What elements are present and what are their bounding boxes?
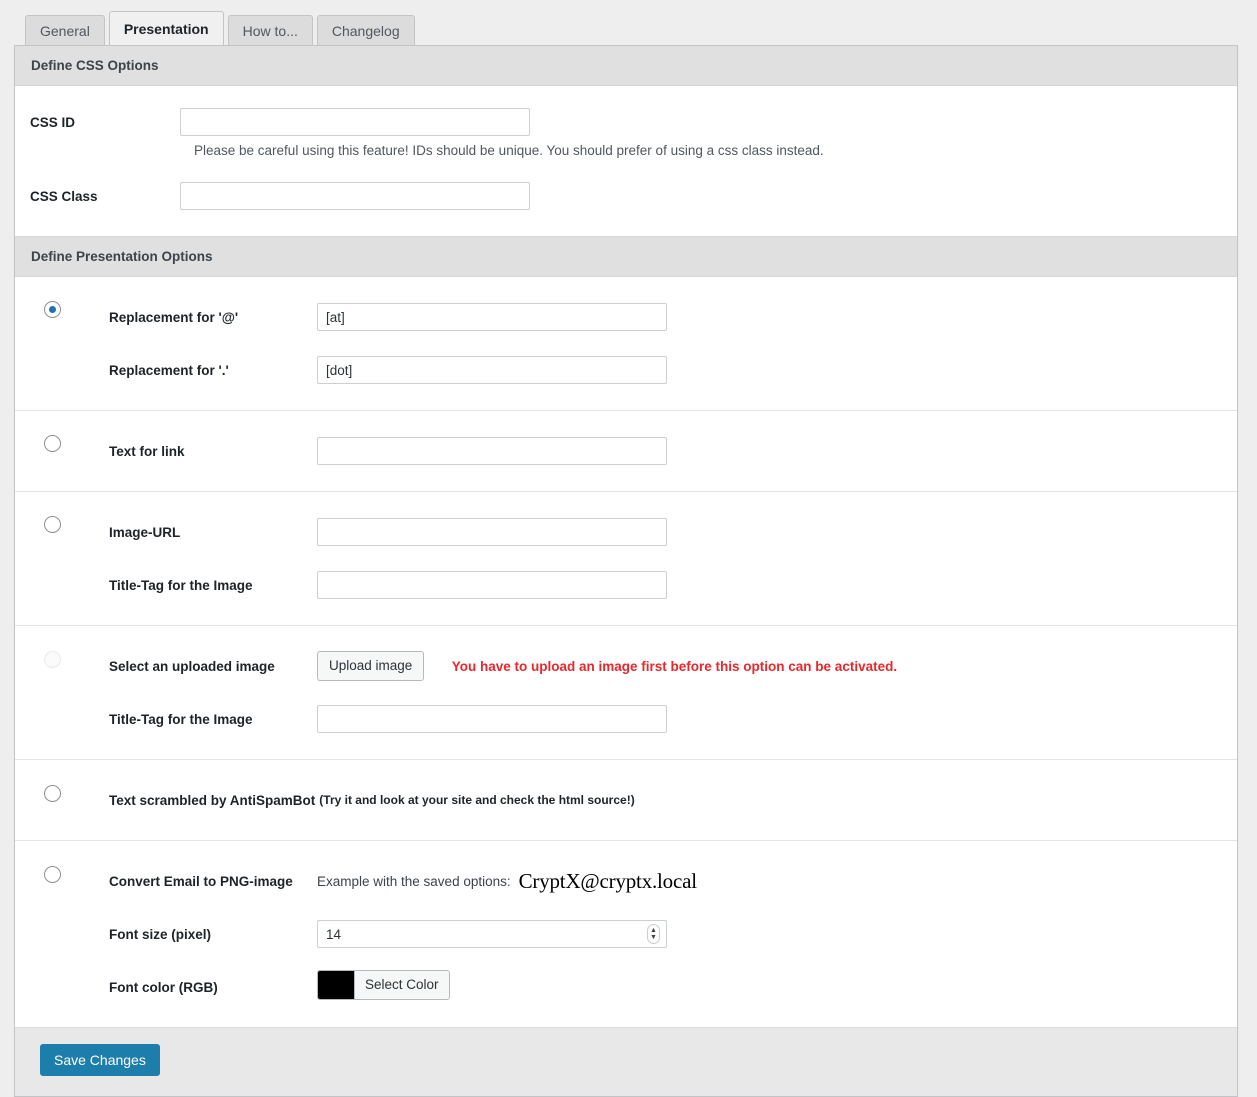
font-size-label: Font size (pixel) [109,926,212,942]
uploaded-title-tag-row: Title-Tag for the Image [15,701,1237,737]
text-link-row: Text for link [15,433,1237,469]
color-swatch [318,971,354,999]
text-link-field [317,437,1237,465]
radio-antispambot[interactable] [44,785,61,803]
chevron-up-icon: ▲ [650,927,657,934]
uploaded-image-row: Select an uploaded image Upload image Yo… [15,648,1237,684]
replacement-dot-field [317,356,1237,384]
select-color-button[interactable]: Select Color [354,971,449,999]
radio-replacement[interactable] [44,301,61,319]
radio-col-replacement [44,301,64,319]
css-id-row: CSS ID [15,108,1237,136]
png-example-wrap: Example with the saved options: CryptX@c… [317,868,1237,893]
radio-col-antispambot [44,785,64,803]
image-url-row: Image-URL [15,514,1237,550]
option-row-antispambot: Text scrambled by AntiSpamBot (Try it an… [15,760,1237,841]
option-row-png-image: Convert Email to PNG-image Example with … [15,841,1237,1027]
uploaded-title-tag-input[interactable] [317,705,667,733]
image-title-tag-row: Title-Tag for the Image [15,567,1237,603]
css-options-heading: Define CSS Options [15,46,1237,86]
antispambot-note: (Try it and look at your site and check … [319,793,635,807]
replacement-dot-row: Replacement for '.' [15,352,1237,388]
radio-col-text-link [44,435,64,453]
radio-uploaded-image[interactable] [44,651,61,669]
upload-warning-text: You have to upload an image first before… [451,658,898,674]
replacement-row-spacer [15,335,1237,352]
font-size-row: Font size (pixel) ▲ ▼ [15,916,1237,952]
radio-png-image[interactable] [44,866,61,884]
settings-panel: Define CSS Options CSS ID Please be care… [14,45,1238,1097]
css-row-spacer [15,158,1237,182]
uploaded-image-field: Upload image You have to upload an image… [317,651,1237,681]
option-row-uploaded-image: Select an uploaded image Upload image Yo… [15,626,1237,760]
image-url-field [317,518,1237,546]
option-row-text-link: Text for link [15,411,1237,492]
css-class-row: CSS Class [15,182,1237,210]
settings-footer: Save Changes [15,1027,1237,1096]
replacement-at-input[interactable] [317,303,667,331]
image-title-tag-field [317,571,1237,599]
radio-col-image-url [44,516,64,534]
radio-image-url[interactable] [44,516,61,534]
tab-presentation[interactable]: Presentation [108,11,224,46]
css-id-input[interactable] [180,108,530,136]
upload-image-button[interactable]: Upload image [317,651,425,681]
option-row-image-url: Image-URL Title-Tag for the Image [15,492,1237,626]
font-size-field: ▲ ▼ [317,920,1237,948]
presentation-options-heading: Define Presentation Options [15,236,1237,277]
tab-general[interactable]: General [25,15,105,46]
uploaded-image-row-spacer [15,684,1237,701]
font-size-stepper[interactable]: ▲ ▼ [647,924,660,944]
png-example-field: Example with the saved options: CryptX@c… [317,868,1237,893]
presentation-options-body: Replacement for '@' Replacement for '.' … [15,277,1237,1027]
antispambot-label: Text scrambled by AntiSpamBot [109,792,316,808]
antispambot-row: Text scrambled by AntiSpamBot (Try it an… [15,782,1237,818]
png-row-spacer-2 [15,952,1237,969]
font-size-input[interactable] [317,920,667,948]
css-id-help-text: Please be careful using this feature! ID… [194,143,824,158]
font-color-label: Font color (RGB) [109,979,218,995]
uploaded-title-tag-field [317,705,1237,733]
css-id-label: CSS ID [30,114,76,130]
radio-col-uploaded-image [44,651,64,669]
png-example-label: Example with the saved options: [317,873,511,889]
css-class-input[interactable] [180,182,530,210]
chevron-down-icon: ▼ [650,934,657,941]
save-changes-button[interactable]: Save Changes [40,1044,160,1076]
css-class-label: CSS Class [30,188,98,204]
image-title-tag-input[interactable] [317,571,667,599]
css-options-body: CSS ID Please be careful using this feat… [15,86,1237,236]
uploaded-title-tag-label: Title-Tag for the Image [109,711,253,727]
png-row-spacer-1 [15,899,1237,916]
settings-tab-bar: General Presentation How to... Changelog [14,0,419,46]
image-title-tag-label: Title-Tag for the Image [109,577,253,593]
png-example-email-image: CryptX@cryptx.local [518,868,697,893]
image-url-row-spacer [15,550,1237,567]
tab-changelog[interactable]: Changelog [316,15,415,46]
font-color-row: Font color (RGB) Select Color [15,969,1237,1005]
font-color-field: Select Color [317,970,1237,1004]
option-row-replacement: Replacement for '@' Replacement for '.' [15,277,1237,411]
replacement-at-field [317,303,1237,331]
color-picker[interactable]: Select Color [317,970,450,1000]
tab-how-to[interactable]: How to... [227,15,313,46]
radio-text-link[interactable] [44,435,61,453]
radio-col-png-image [44,866,64,884]
replacement-dot-input[interactable] [317,356,667,384]
png-image-row: Convert Email to PNG-image Example with … [15,863,1237,899]
text-link-input[interactable] [317,437,667,465]
image-url-input[interactable] [317,518,667,546]
replacement-at-row: Replacement for '@' [15,299,1237,335]
font-size-wrap: ▲ ▼ [317,920,667,948]
replacement-dot-label: Replacement for '.' [109,362,229,378]
